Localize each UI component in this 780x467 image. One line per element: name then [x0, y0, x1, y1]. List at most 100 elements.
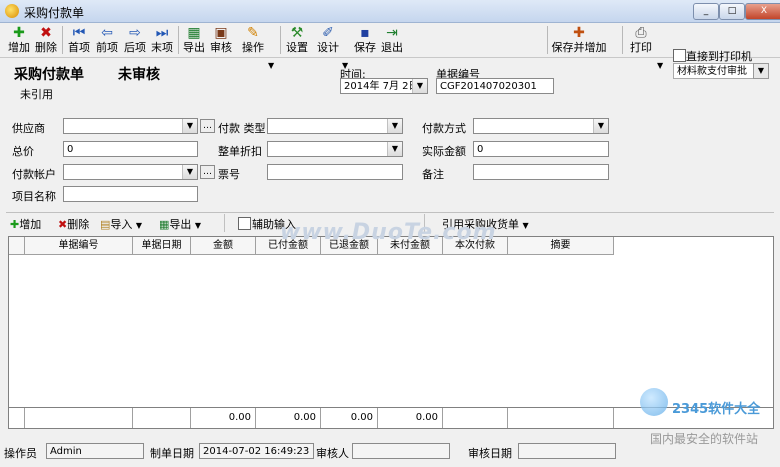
chevron-down-icon: ▼: [135, 221, 143, 230]
first-button[interactable]: ⏮ 首项: [66, 24, 92, 56]
excel-icon: ▦: [187, 25, 201, 41]
column-header[interactable]: 摘要: [508, 237, 614, 255]
save-add-button[interactable]: ✚ 保存并增加: [550, 24, 608, 56]
delete-button[interactable]: ✖ 删除: [33, 24, 59, 56]
save-button[interactable]: ▪ 保存: [352, 24, 378, 56]
project-input[interactable]: [63, 186, 198, 202]
exit-door-icon: ⇥: [386, 25, 398, 41]
next-button[interactable]: ⇨ 后项: [122, 24, 148, 56]
pay-type-select[interactable]: ▼: [267, 118, 403, 134]
account-label: 付款帐户: [12, 168, 56, 181]
grid-add-button[interactable]: ✚增加: [10, 216, 41, 232]
totals-cell: [508, 408, 614, 428]
design-button[interactable]: ✐ 设计: [314, 24, 342, 56]
date-picker[interactable]: 2014年 7月 2日 ▼: [340, 78, 428, 94]
operate-dropdown-icon[interactable]: ▼: [268, 61, 274, 70]
maximize-button[interactable]: □: [719, 3, 745, 20]
column-header[interactable]: 金额: [191, 237, 256, 255]
grid-export-button[interactable]: ▦导出 ▼: [159, 216, 201, 232]
grid-import-button[interactable]: ▤导入 ▼: [100, 216, 142, 232]
supplier-select[interactable]: ▼: [63, 118, 198, 134]
separator: [178, 26, 179, 54]
export-button[interactable]: ▦ 导出: [181, 24, 207, 56]
chevron-down-icon[interactable]: ▼: [387, 119, 402, 133]
chevron-down-icon: ▼: [194, 221, 202, 230]
app-icon: [5, 4, 19, 18]
chevron-down-icon[interactable]: ▼: [182, 119, 197, 133]
discount-label: 整单折扣: [218, 145, 262, 158]
print-dropdown-icon[interactable]: ▼: [657, 61, 663, 70]
settings-button[interactable]: ⚒ 设置: [284, 24, 310, 56]
operator-input: Admin: [46, 443, 144, 459]
audit-button[interactable]: ▣ 审核: [208, 24, 234, 56]
row-header-corner: [9, 237, 25, 255]
right-arrow-icon: ⇨: [129, 25, 141, 41]
print-direct-checkbox[interactable]: [673, 49, 686, 62]
print-button[interactable]: ⎙ 打印: [627, 24, 655, 56]
totals-paid: 0.00: [256, 408, 321, 428]
actual-amount-input[interactable]: 0: [473, 141, 609, 157]
total-input[interactable]: 0: [63, 141, 198, 157]
remark-input[interactable]: [473, 164, 609, 180]
floppy-icon: ▪: [360, 25, 370, 41]
account-select[interactable]: ▼: [63, 164, 198, 180]
audit-date-label: 审核日期: [468, 447, 512, 460]
created-date-label: 制单日期: [150, 447, 194, 460]
print-direct-label: 直接到打印机: [686, 50, 752, 63]
detail-grid[interactable]: 单据编号 单据日期 金额 已付金额 已退金额 未付金额 本次付款 摘要: [8, 236, 774, 408]
totals-refunded: 0.00: [321, 408, 378, 428]
operate-button[interactable]: ✎ 操作: [238, 24, 268, 56]
column-header[interactable]: 单据编号: [25, 237, 133, 255]
grid-delete-button[interactable]: ✖删除: [58, 216, 89, 232]
ref-status: 未引用: [20, 88, 53, 101]
x-icon: ✖: [40, 25, 52, 41]
remark-label: 备注: [422, 168, 444, 181]
auditor-label: 审核人: [316, 447, 349, 460]
save-add-icon: ✚: [573, 25, 585, 41]
discount-select[interactable]: ▼: [267, 141, 403, 157]
chevron-down-icon[interactable]: ▼: [593, 119, 608, 133]
plus-icon: ✚: [10, 218, 20, 231]
pencil-icon: ✎: [247, 25, 259, 41]
pay-method-select[interactable]: ▼: [473, 118, 609, 134]
ticket-no-input[interactable]: [267, 164, 403, 180]
chevron-down-icon: ▼: [522, 221, 529, 230]
separator: [280, 26, 281, 54]
prev-button[interactable]: ⇦ 前项: [94, 24, 120, 56]
minimize-button[interactable]: _: [693, 3, 719, 20]
watermark-brand: 2345软件大全: [672, 402, 761, 417]
separator: [62, 26, 63, 54]
excel-icon: ▦: [159, 218, 170, 231]
supplier-browse-button[interactable]: …: [200, 119, 215, 133]
pay-type-label: 付款 类型: [218, 122, 266, 135]
plus-icon: ✚: [13, 25, 25, 41]
chevron-down-icon[interactable]: ▼: [412, 79, 427, 93]
chevron-down-icon[interactable]: ▼: [387, 142, 402, 156]
first-arrow-icon: ⏮: [72, 25, 86, 41]
close-button[interactable]: X: [745, 3, 780, 20]
last-arrow-icon: ⏭: [155, 25, 169, 41]
doc-no-input[interactable]: CGF201407020301: [436, 78, 554, 94]
ticket-no-label: 票号: [218, 168, 240, 181]
window-title: 采购付款单: [24, 6, 85, 20]
add-button[interactable]: ✚ 增加: [6, 24, 32, 56]
watermark-slogan: 国内最安全的软件站: [650, 432, 759, 446]
exit-button[interactable]: ⇥ 退出: [379, 24, 405, 56]
print-template-dropdown-icon[interactable]: ▼: [753, 63, 769, 79]
assist-input-checkbox[interactable]: [238, 217, 251, 230]
watermark-logo-icon: [640, 388, 668, 416]
auditor-input: [352, 443, 450, 459]
left-arrow-icon: ⇦: [101, 25, 113, 41]
chevron-down-icon[interactable]: ▼: [182, 165, 197, 179]
totals-cell: [443, 408, 508, 428]
import-icon: ▤: [100, 218, 111, 231]
project-label: 项目名称: [12, 190, 56, 203]
account-browse-button[interactable]: …: [200, 165, 215, 179]
totals-amount: 0.00: [191, 408, 256, 428]
audit-status: 未审核: [118, 67, 160, 83]
separator: [224, 214, 225, 232]
watermark-text: www.DuoTe.com: [280, 220, 497, 245]
column-header[interactable]: 单据日期: [133, 237, 191, 255]
last-button[interactable]: ⏭ 末项: [149, 24, 175, 56]
audit-date-input: [518, 443, 616, 459]
